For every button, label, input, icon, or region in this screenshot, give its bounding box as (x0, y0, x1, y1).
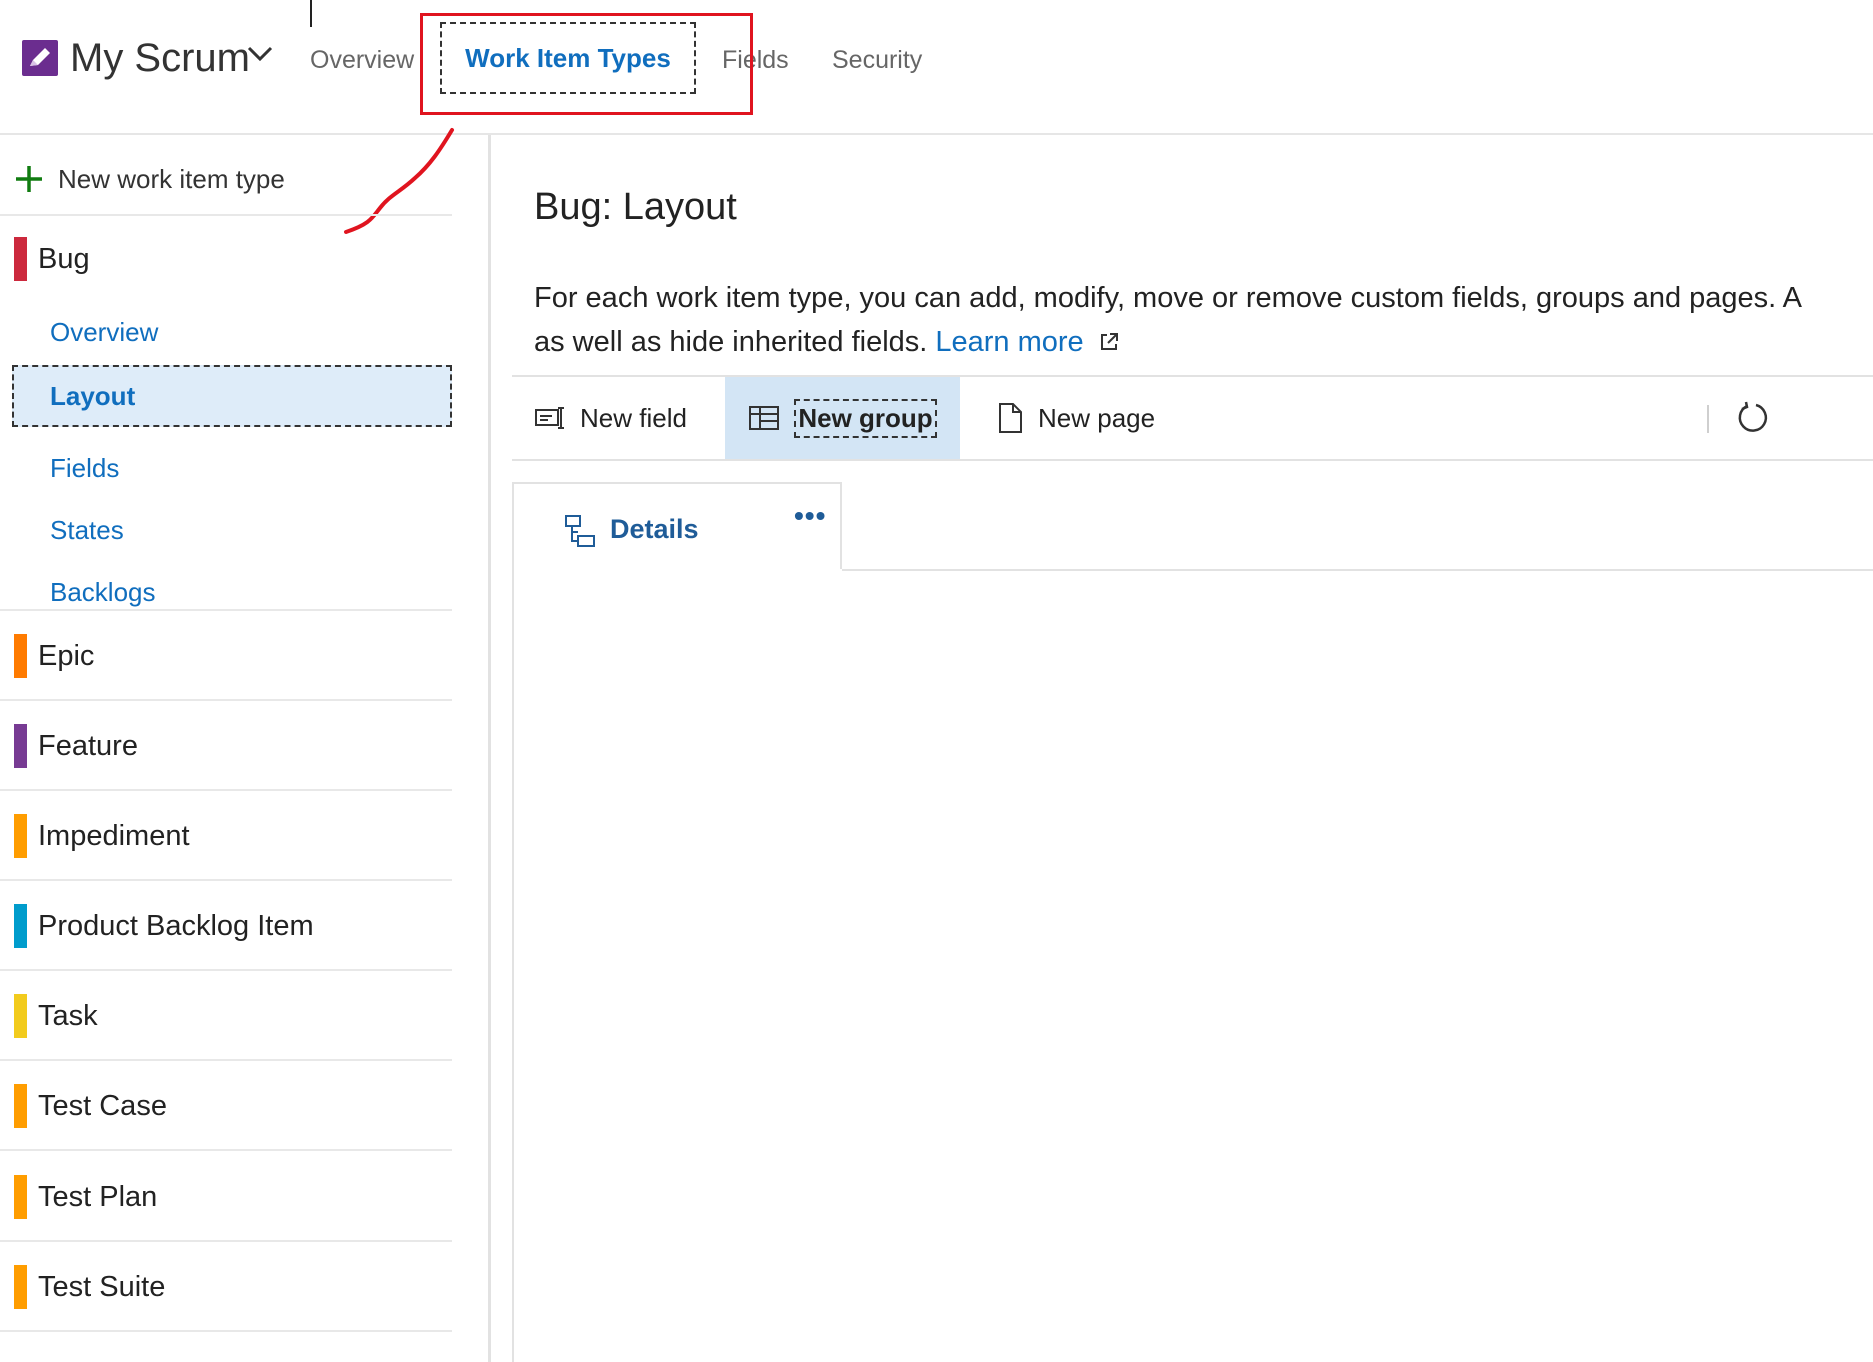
work-item-type-bug[interactable]: Bug (14, 237, 90, 281)
type-color-swatch (14, 1175, 27, 1219)
more-options-icon[interactable]: ••• (794, 500, 826, 532)
divider (0, 1330, 452, 1332)
divider (0, 1149, 452, 1151)
divider (0, 879, 452, 881)
divider (0, 699, 452, 701)
type-color-swatch (14, 634, 27, 678)
tab-strip-border (842, 569, 1873, 571)
new-work-item-type-label: New work item type (58, 163, 285, 194)
new-group-label: New group (794, 398, 937, 438)
type-color-swatch (14, 814, 27, 858)
subnav-backlogs[interactable]: Backlogs (50, 577, 156, 608)
text-cursor (310, 0, 312, 27)
work-item-type-test-suite[interactable]: Test Suite (14, 1265, 165, 1309)
page-hierarchy-icon (565, 515, 595, 547)
work-item-type-feature[interactable]: Feature (14, 724, 138, 768)
type-color-swatch (14, 1084, 27, 1128)
work-item-type-product-backlog-item[interactable]: Product Backlog Item (14, 904, 314, 948)
new-page-button[interactable]: New page (996, 377, 1155, 459)
toolbar-divider (1707, 405, 1709, 433)
new-page-icon (999, 403, 1022, 433)
new-group-button[interactable]: New group (725, 377, 960, 459)
annotation-highlight-box (420, 13, 753, 115)
work-item-type-label: Epic (38, 639, 95, 672)
divider (0, 214, 452, 216)
divider (0, 609, 452, 611)
page-tab-details[interactable]: Details ••• (514, 482, 842, 569)
divider (0, 969, 452, 971)
page-title: Bug: Layout (534, 186, 737, 228)
subnav-states[interactable]: States (50, 515, 124, 546)
type-color-swatch (14, 724, 27, 768)
new-work-item-type-button[interactable]: New work item type (14, 159, 285, 199)
work-item-type-task[interactable]: Task (14, 994, 98, 1038)
new-field-button[interactable]: New field (534, 377, 709, 459)
refresh-button[interactable] (1734, 377, 1784, 459)
tab-security[interactable]: Security (832, 46, 922, 75)
project-logo-icon (22, 40, 58, 76)
layout-canvas: Details ••• (512, 482, 1873, 1362)
description-text: as well as hide inherited fields. (534, 326, 928, 358)
description-line-1: For each work item type, you can add, mo… (534, 282, 1803, 314)
layout-toolbar: New field New group New page (512, 375, 1873, 461)
description-line-2: as well as hide inherited fields. Learn … (534, 320, 1873, 364)
new-field-label: New field (580, 402, 687, 433)
new-page-label: New page (1038, 402, 1156, 433)
project-name[interactable]: My Scrum (70, 36, 250, 81)
top-nav: My Scrum Overview Work Item Types Fields… (0, 0, 1873, 135)
refresh-icon (1738, 401, 1768, 432)
work-item-type-test-case[interactable]: Test Case (14, 1084, 167, 1128)
sidebar: New work item type Bug Overview Layout F… (0, 135, 491, 1362)
work-item-type-label: Test Case (38, 1089, 167, 1122)
page-description: For each work item type, you can add, mo… (534, 276, 1873, 364)
type-color-swatch (14, 994, 27, 1038)
work-item-type-label: Bug (38, 242, 90, 275)
subnav-overview[interactable]: Overview (50, 317, 158, 348)
type-color-swatch (14, 237, 27, 281)
work-item-type-test-plan[interactable]: Test Plan (14, 1175, 157, 1219)
new-group-icon (749, 406, 780, 430)
work-item-type-epic[interactable]: Epic (14, 634, 94, 678)
page-tab-label: Details (610, 514, 699, 544)
work-item-type-label: Test Plan (38, 1180, 158, 1213)
divider (0, 789, 452, 791)
divider (0, 1240, 452, 1242)
external-link-icon[interactable] (1098, 331, 1120, 353)
tab-overview[interactable]: Overview (310, 46, 414, 75)
work-item-type-label: Product Backlog Item (38, 909, 314, 942)
subnav-fields[interactable]: Fields (50, 453, 119, 484)
type-color-swatch (14, 1265, 27, 1309)
work-item-type-label: Test Suite (38, 1270, 166, 1303)
type-color-swatch (14, 904, 27, 948)
divider (0, 1059, 452, 1061)
new-field-icon (535, 407, 564, 429)
work-item-type-label: Feature (38, 729, 138, 762)
learn-more-link[interactable]: Learn more (935, 326, 1083, 358)
work-item-type-impediment[interactable]: Impediment (14, 814, 190, 858)
work-item-type-label: Impediment (38, 819, 190, 852)
subnav-layout[interactable]: Layout (12, 365, 452, 427)
chevron-down-icon[interactable] (246, 44, 274, 64)
plus-icon (16, 166, 42, 192)
work-item-type-label: Task (38, 999, 98, 1032)
